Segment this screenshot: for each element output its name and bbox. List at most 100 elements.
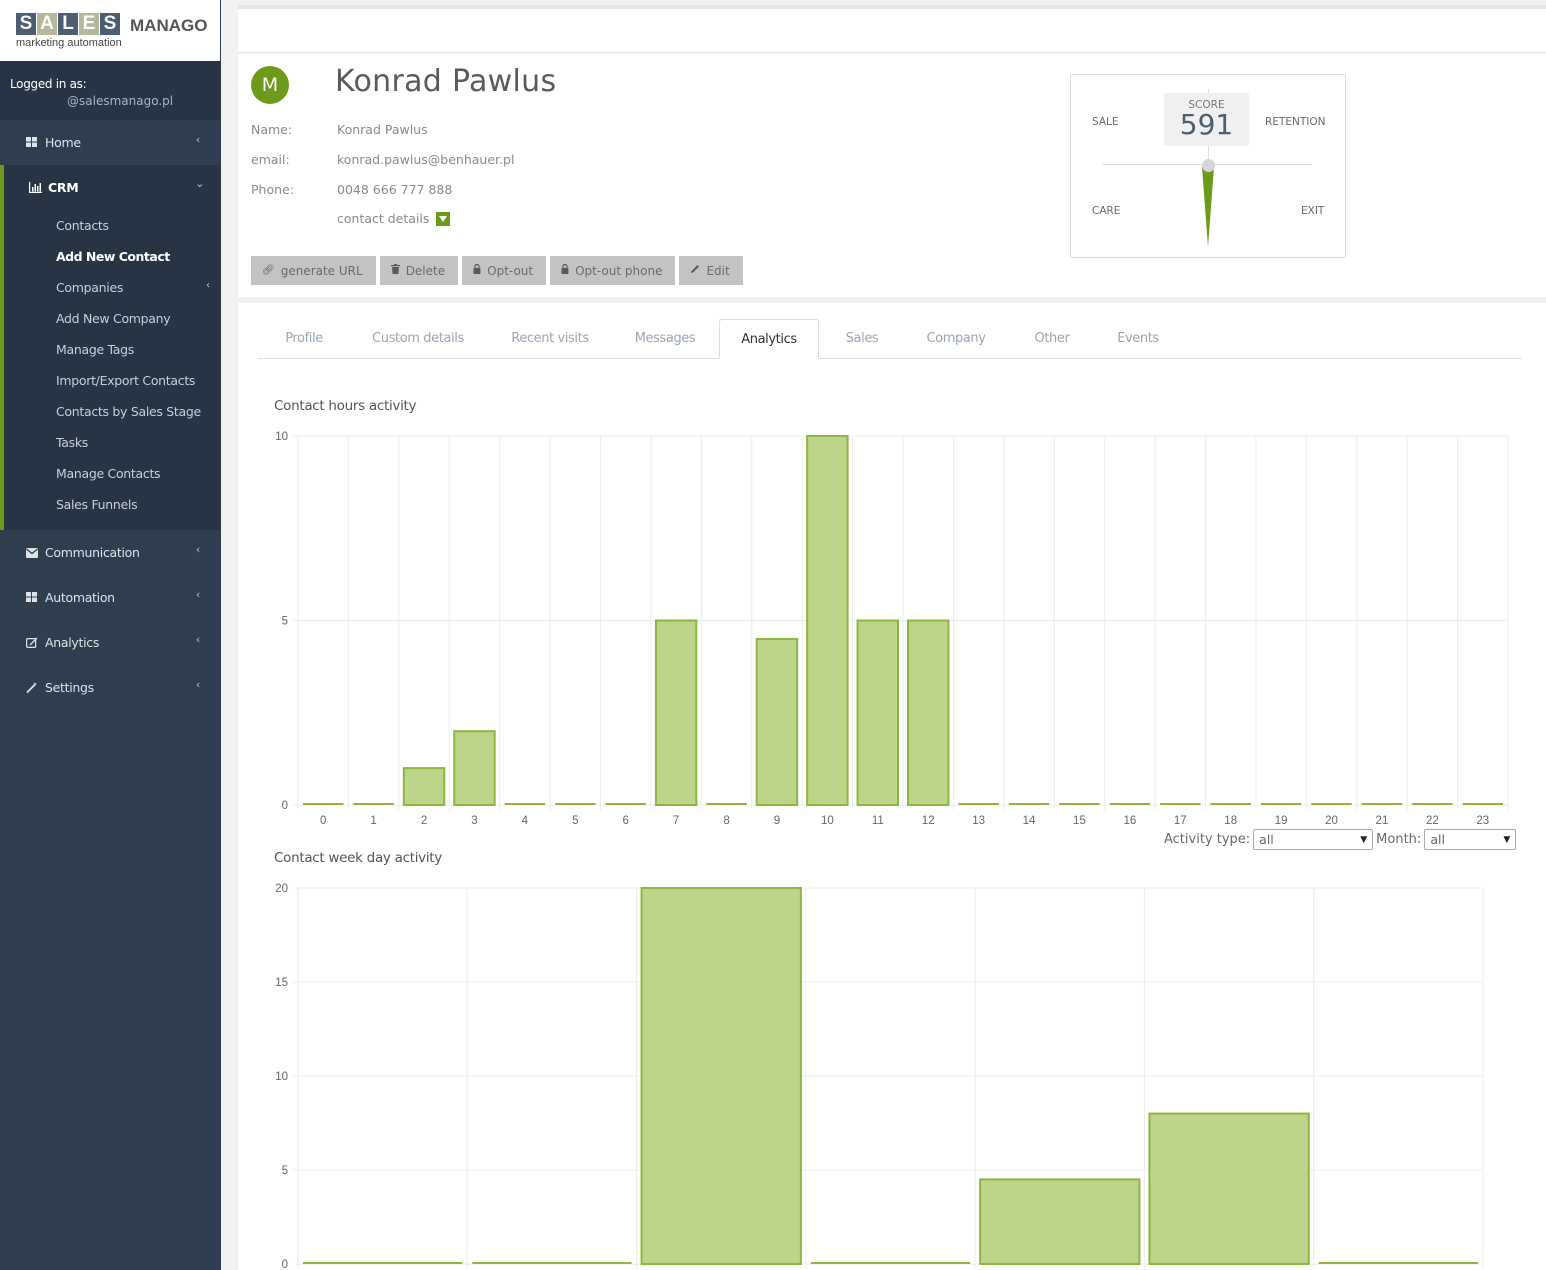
x-tick-label: 5 — [572, 815, 578, 827]
y-tick-label: 15 — [275, 977, 288, 989]
chevron-left-icon: ‹ — [195, 588, 200, 601]
edit-button[interactable]: Edit — [679, 256, 743, 285]
sidebar-subitem-sales-stage[interactable]: Contacts by Sales Stage — [56, 404, 201, 419]
generate-url-button[interactable]: 🔗︎ generate URL — [251, 256, 376, 285]
lock-icon — [473, 263, 481, 277]
logo-letter: A — [37, 13, 57, 35]
sidebar-item-settings[interactable]: Settings ‹ — [0, 665, 220, 710]
sidebar-item-analytics[interactable]: Analytics ‹ — [0, 620, 220, 665]
sidebar-item-communication[interactable]: Communication ‹ — [0, 530, 220, 575]
tab-events[interactable]: Events — [1100, 319, 1176, 359]
brand-logo[interactable]: S A L E S MANAGO marketing automation — [0, 0, 220, 61]
x-tick-label: 2 — [421, 815, 427, 827]
sidebar-item-crm[interactable]: CRM ⌄ — [4, 165, 220, 210]
tab-profile[interactable]: Profile — [258, 319, 350, 359]
x-tick-label: 22 — [1426, 815, 1439, 827]
x-tick-label: 18 — [1224, 815, 1237, 827]
bar — [1008, 803, 1050, 805]
sidebar-subitem-manage-tags[interactable]: Manage Tags — [56, 342, 134, 357]
user-email: @salesmanago.pl — [67, 94, 174, 108]
tab-recent-visits[interactable]: Recent visits — [496, 319, 604, 359]
y-tick-label: 20 — [275, 883, 288, 895]
email-value: konrad.pawlus@benhauer.pl — [337, 152, 515, 167]
sidebar-item-automation[interactable]: Automation ‹ — [0, 575, 220, 620]
bar — [654, 619, 698, 806]
bar — [1412, 803, 1453, 805]
y-tick-label: 10 — [275, 1071, 288, 1083]
opt-out-phone-button[interactable]: Opt-out phone — [550, 256, 676, 285]
bar — [1059, 803, 1100, 805]
bar — [856, 619, 899, 806]
tab-other[interactable]: Other — [1018, 319, 1086, 359]
logo-letter: L — [58, 13, 78, 35]
caret-down-icon — [436, 211, 451, 226]
x-tick-label: 6 — [623, 815, 629, 827]
quadrant-sale: SALE — [1092, 116, 1119, 128]
sidebar-subitem-tasks[interactable]: Tasks — [56, 435, 88, 450]
trash-icon — [390, 264, 400, 277]
sidebar-subitem-import-export[interactable]: Import/Export Contacts — [56, 373, 195, 388]
button-label: Opt-out phone — [575, 263, 663, 278]
y-tick-label: 0 — [282, 800, 288, 812]
x-tick-label: 21 — [1376, 815, 1389, 827]
sidebar-item-label: Communication — [45, 545, 140, 560]
sidebar-item-label: Automation — [45, 590, 115, 605]
x-tick-label: 20 — [1325, 815, 1338, 827]
tab-sales[interactable]: Sales — [830, 319, 894, 359]
contact-details-toggle[interactable]: contact details — [337, 211, 451, 226]
tab-analytics[interactable]: Analytics — [719, 319, 819, 359]
opt-out-button[interactable]: Opt-out — [462, 256, 547, 285]
sidebar-item-label: Analytics — [45, 635, 100, 650]
phone-label: Phone: — [251, 182, 294, 197]
y-tick-label: 10 — [275, 431, 288, 443]
bar — [353, 803, 394, 805]
score-needle — [1202, 167, 1214, 247]
tab-custom-details[interactable]: Custom details — [358, 319, 478, 359]
sidebar-item-home[interactable]: Home ‹ — [0, 120, 220, 165]
sidebar-subitem-add-new-company[interactable]: Add New Company — [56, 311, 171, 326]
month-value: all — [1430, 832, 1445, 847]
bar — [907, 619, 950, 806]
bar — [640, 887, 802, 1265]
bar — [810, 1262, 971, 1264]
bar — [1148, 1112, 1310, 1265]
month-select[interactable]: all ▼ — [1424, 829, 1517, 850]
sidebar: S A L E S MANAGO marketing automation Lo… — [0, 0, 221, 1270]
sidebar-subitem-companies[interactable]: Companies — [56, 280, 123, 295]
sidebar-subitem-sales-funnels[interactable]: Sales Funnels — [56, 497, 138, 512]
bar — [1318, 1262, 1478, 1264]
sidebar-subitem-add-new-contact[interactable]: Add New Contact — [56, 249, 170, 264]
bar — [472, 1262, 632, 1264]
bar — [303, 803, 344, 805]
x-tick-label: 11 — [872, 815, 884, 827]
tab-messages[interactable]: Messages — [620, 319, 710, 359]
bar — [303, 1262, 463, 1264]
bar — [1361, 803, 1403, 805]
x-tick-label: 15 — [1073, 815, 1086, 827]
x-tick-label: 9 — [774, 815, 780, 827]
sidebar-item-label: CRM — [48, 180, 79, 195]
activity-type-select[interactable]: all ▼ — [1253, 829, 1374, 850]
score-needle-knob — [1202, 159, 1215, 172]
weekday-activity-chart: 0 5 10 15 20 — [275, 883, 1484, 1270]
sidebar-subitem-contacts[interactable]: Contacts — [56, 218, 109, 233]
bar — [706, 803, 747, 805]
sidebar-subitem-manage-contacts[interactable]: Manage Contacts — [56, 466, 161, 481]
tab-company[interactable]: Company — [910, 319, 1002, 359]
sidebar-item-label: Settings — [45, 680, 94, 695]
x-tick-label: 1 — [370, 815, 376, 827]
x-tick-label: 17 — [1174, 815, 1187, 827]
bar — [453, 730, 496, 807]
button-label: generate URL — [280, 263, 363, 278]
activity-type-value: all — [1259, 832, 1274, 847]
bar — [402, 767, 446, 807]
quadrant-care: CARE — [1092, 205, 1121, 217]
x-tick-label: 14 — [1023, 815, 1036, 827]
chart-filters: Activity type: all ▼ Month: all ▼ — [1164, 829, 1519, 850]
bar — [958, 803, 999, 805]
delete-button[interactable]: Delete — [379, 256, 459, 285]
link-icon: 🔗︎ — [262, 265, 275, 276]
bar — [1462, 803, 1503, 805]
bar — [1260, 803, 1302, 805]
bar — [806, 435, 849, 806]
